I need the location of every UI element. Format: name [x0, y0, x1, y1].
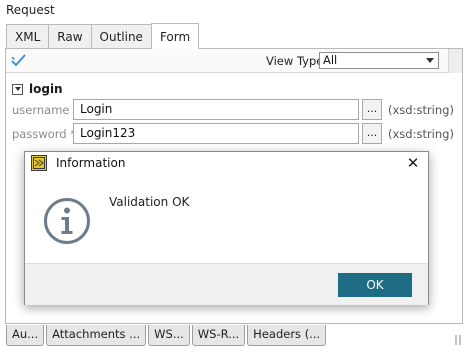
- username-type: (xsd:string): [388, 103, 454, 117]
- request-panel-title: Request: [6, 3, 55, 17]
- username-row: username *: Login ... (xsd:string): [12, 99, 462, 121]
- information-icon: [44, 198, 90, 244]
- tab-outline[interactable]: Outline: [90, 24, 152, 48]
- tab-xml[interactable]: XML: [6, 24, 50, 48]
- password-browse-button[interactable]: ...: [362, 123, 382, 144]
- view-type-select[interactable]: All: [319, 52, 439, 69]
- tab-raw[interactable]: Raw: [48, 24, 92, 48]
- view-type-value: All: [323, 53, 338, 67]
- resize-grip-icon[interactable]: [454, 333, 464, 347]
- username-field[interactable]: Login: [73, 99, 359, 120]
- ok-button[interactable]: OK: [338, 273, 412, 297]
- tab-headers[interactable]: Headers (...: [247, 325, 327, 346]
- login-section: login: [12, 82, 63, 96]
- chevron-down-icon: [426, 58, 434, 63]
- validate-check-icon[interactable]: [11, 52, 27, 68]
- dialog-title: Information: [56, 156, 126, 170]
- collapse-toggle-icon[interactable]: [12, 83, 23, 95]
- password-type: (xsd:string): [388, 127, 454, 141]
- password-row: password *: Login123 ... (xsd:string): [12, 123, 462, 145]
- close-icon[interactable]: ✕: [404, 154, 422, 172]
- soapui-app-icon: [31, 155, 47, 171]
- login-section-label: login: [29, 82, 63, 96]
- username-browse-button[interactable]: ...: [362, 99, 382, 120]
- tab-ws[interactable]: WS...: [148, 325, 190, 346]
- password-label: password *:: [12, 127, 80, 141]
- information-dialog: Information ✕ Validation OK OK: [24, 151, 429, 305]
- dialog-footer: OK: [25, 263, 428, 305]
- tab-ws-r[interactable]: WS-R...: [191, 325, 246, 346]
- tab-auth[interactable]: Au...: [6, 325, 45, 346]
- request-bottom-tabs: Au... Attachments ... WS... WS-R... Head…: [6, 325, 328, 346]
- password-field[interactable]: Login123: [73, 123, 359, 144]
- dialog-titlebar[interactable]: Information ✕: [25, 152, 428, 174]
- dialog-message: Validation OK: [109, 195, 190, 209]
- tab-attachments[interactable]: Attachments ...: [46, 325, 147, 346]
- tab-form[interactable]: Form: [150, 23, 200, 49]
- editor-tabs: XML Raw Outline Form: [6, 23, 200, 49]
- toolbar-scroll-button[interactable]: [448, 49, 462, 73]
- form-toolbar: View Type: All: [6, 49, 462, 73]
